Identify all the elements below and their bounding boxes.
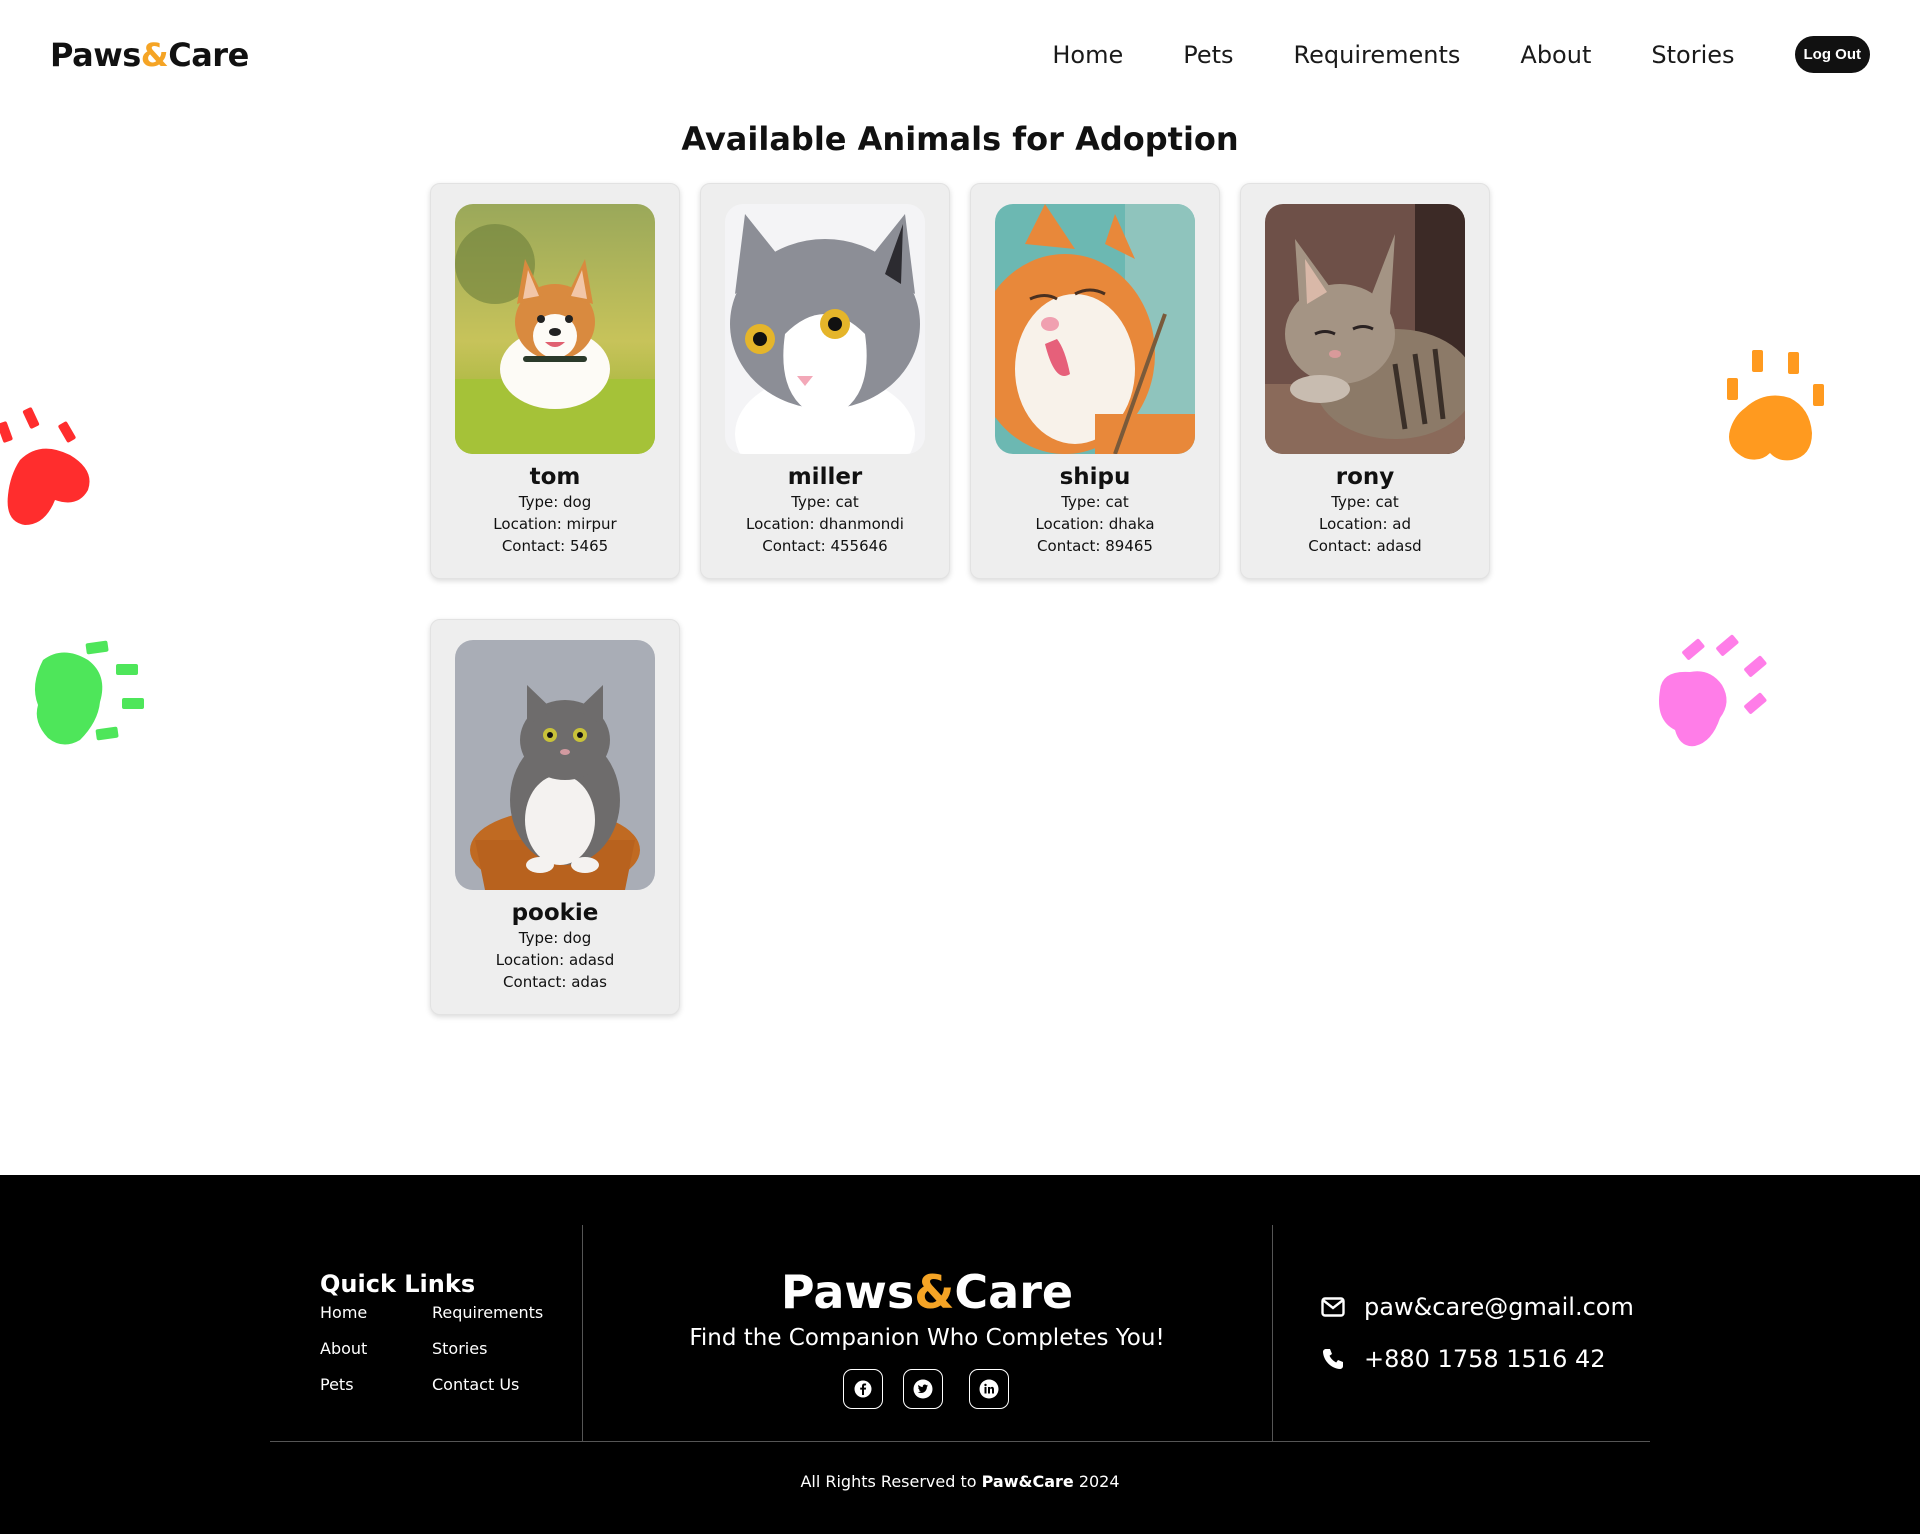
animal-type: Type: cat	[1331, 493, 1399, 511]
footer-phone-row: +880 1758 1516 42	[1320, 1345, 1606, 1373]
animal-name: tom	[529, 464, 581, 490]
animal-photo	[455, 640, 655, 890]
animal-location: Location: ad	[1319, 515, 1411, 533]
animal-name: pookie	[511, 900, 599, 926]
footer-link-home[interactable]: Home	[320, 1303, 367, 1322]
paw-print-pink-icon	[1659, 634, 1767, 747]
footer-divider-right	[1272, 1225, 1273, 1441]
brand-logo[interactable]: Paws&Care	[50, 36, 249, 74]
animal-type: Type: cat	[791, 493, 859, 511]
animal-contact: Contact: adasd	[1308, 537, 1422, 555]
footer-link-about[interactable]: About	[320, 1339, 367, 1358]
animal-name: rony	[1335, 464, 1395, 490]
animal-contact: Contact: 89465	[1037, 537, 1153, 555]
brand-part2: Care	[168, 36, 249, 74]
site-footer: Quick Links Home Requirements About Stor…	[0, 1175, 1920, 1534]
animal-card-miller[interactable]: miller Type: cat Location: dhanmondi Con…	[700, 183, 950, 579]
animal-type: Type: cat	[1061, 493, 1129, 511]
footer-brand-part2: Care	[954, 1265, 1074, 1319]
footer-divider-bottom	[270, 1441, 1650, 1442]
footer-brand-ampersand: &	[914, 1265, 955, 1319]
brand-ampersand: &	[140, 36, 169, 74]
footer-tagline: Find the Companion Who Completes You!	[689, 1325, 1165, 1351]
facebook-icon	[854, 1380, 872, 1398]
envelope-icon	[1320, 1294, 1346, 1320]
footer-brand-logo: Paws&Care	[582, 1265, 1272, 1319]
animal-location: Location: dhanmondi	[746, 515, 904, 533]
animal-contact: Contact: 5465	[501, 537, 609, 555]
animal-contact: Contact: adas	[503, 973, 607, 991]
copyright-brand: Paw&Care	[981, 1472, 1074, 1491]
animal-type: Type: dog	[518, 493, 592, 511]
animal-name: shipu	[1059, 464, 1131, 490]
page-title: Available Animals for Adoption	[681, 120, 1239, 158]
paw-print-red-icon	[0, 407, 90, 525]
animal-card-tom[interactable]: tom Type: dog Location: mirpur Contact: …	[430, 183, 680, 579]
animal-photo	[1265, 204, 1465, 454]
twitter-icon	[913, 1379, 933, 1399]
site-header: Paws&Care Home Pets Requirements About S…	[0, 0, 1920, 112]
animal-card-shipu[interactable]: shipu Type: cat Location: dhaka Contact:…	[970, 183, 1220, 579]
footer-link-stories[interactable]: Stories	[432, 1339, 487, 1358]
footer-link-pets[interactable]: Pets	[320, 1375, 354, 1394]
footer-email[interactable]: paw&care@gmail.com	[1364, 1293, 1634, 1321]
linkedin-button[interactable]	[969, 1369, 1009, 1409]
copyright-prefix: All Rights Reserved to	[800, 1472, 982, 1491]
animal-type: Type: dog	[518, 929, 592, 947]
footer-phone[interactable]: +880 1758 1516 42	[1364, 1345, 1606, 1373]
copyright-suffix: 2024	[1073, 1472, 1120, 1491]
footer-email-row: paw&care@gmail.com	[1320, 1293, 1634, 1321]
footer-brand-part1: Paws	[780, 1265, 915, 1319]
animal-card-pookie[interactable]: pookie Type: dog Location: adasd Contact…	[430, 619, 680, 1015]
phone-icon	[1320, 1346, 1346, 1372]
nav-about[interactable]: About	[1520, 41, 1591, 69]
facebook-button[interactable]	[843, 1369, 883, 1409]
paw-print-orange-icon	[1727, 350, 1824, 461]
brand-part1: Paws	[50, 36, 141, 74]
animal-location: Location: adasd	[495, 951, 615, 969]
animal-photo	[995, 204, 1195, 454]
nav-pets[interactable]: Pets	[1183, 41, 1233, 69]
main-nav: Home Pets Requirements About Stories Log…	[1052, 36, 1870, 73]
nav-stories[interactable]: Stories	[1651, 41, 1734, 69]
animal-name: miller	[787, 464, 863, 490]
animal-card-rony[interactable]: rony Type: cat Location: ad Contact: ada…	[1240, 183, 1490, 579]
footer-link-contact-us[interactable]: Contact Us	[432, 1375, 519, 1394]
paw-print-green-icon	[34, 640, 144, 745]
nav-home[interactable]: Home	[1052, 41, 1123, 69]
animal-photo	[725, 204, 925, 454]
animal-photo	[455, 204, 655, 454]
footer-link-requirements[interactable]: Requirements	[432, 1303, 543, 1322]
copyright-text: All Rights Reserved to Paw&Care 2024	[0, 1472, 1920, 1491]
nav-requirements[interactable]: Requirements	[1294, 41, 1461, 69]
animal-location: Location: dhaka	[1035, 515, 1155, 533]
linkedin-icon	[979, 1379, 999, 1399]
animal-location: Location: mirpur	[493, 515, 617, 533]
logout-button[interactable]: Log Out	[1794, 36, 1870, 73]
animal-contact: Contact: 455646	[762, 537, 888, 555]
twitter-button[interactable]	[903, 1369, 943, 1409]
quick-links-title: Quick Links	[320, 1270, 476, 1298]
